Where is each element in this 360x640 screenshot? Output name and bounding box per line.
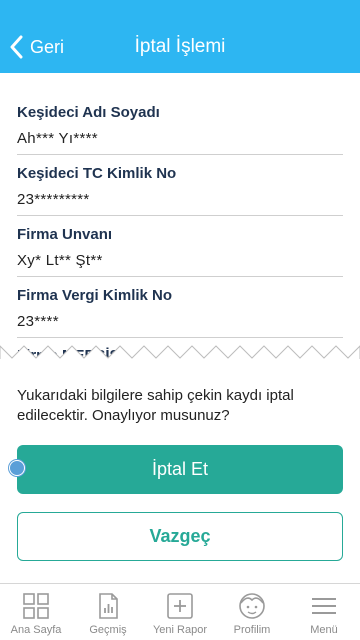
dismiss-label: Vazgeç bbox=[149, 526, 211, 546]
tab-profile[interactable]: Profilim bbox=[216, 584, 288, 640]
field-value: 23********* bbox=[17, 191, 90, 208]
field-label: Firma Vergi Kimlik No bbox=[17, 287, 173, 304]
divider bbox=[17, 215, 343, 216]
tab-label: Geçmiş bbox=[89, 624, 127, 636]
app-header: Geri İptal İşlemi bbox=[0, 0, 360, 73]
tab-label: Ana Sayfa bbox=[10, 624, 62, 636]
field-company-title: Firma Unvanı Xy* Lt** Şt** bbox=[17, 226, 343, 269]
field-label: Keşideci TC Kimlik No bbox=[17, 165, 177, 182]
sheet-zigzag-edge bbox=[0, 345, 360, 368]
focus-indicator-dot bbox=[9, 460, 25, 476]
tab-history[interactable]: Geçmiş bbox=[72, 584, 144, 640]
plus-box-icon bbox=[167, 593, 193, 619]
cancel-check-label: İptal Et bbox=[151, 459, 209, 479]
tab-label: Yeni Rapor bbox=[152, 624, 208, 636]
dismiss-button[interactable]: Vazgeç bbox=[17, 512, 343, 561]
tab-home[interactable]: Ana Sayfa bbox=[0, 584, 72, 640]
divider bbox=[17, 337, 343, 338]
hamburger-menu-icon bbox=[312, 598, 336, 614]
field-label: Firma Unvanı bbox=[17, 226, 113, 243]
tab-label: Profilim bbox=[233, 624, 271, 636]
field-value: Xy* Lt** Şt** bbox=[17, 252, 103, 269]
tab-menu[interactable]: Menü bbox=[288, 584, 360, 640]
field-company-tax-no: Firma Vergi Kimlik No 23**** bbox=[17, 287, 343, 330]
face-icon bbox=[239, 593, 265, 619]
confirm-message: Yukarıdaki bilgilere sahip çekin kaydı i… bbox=[17, 387, 294, 424]
page-title: İptal İşlemi bbox=[134, 36, 226, 57]
divider bbox=[17, 154, 343, 155]
bottom-tab-bar: Ana Sayfa Geçmiş Yeni Rapor Profilim Men… bbox=[0, 583, 360, 640]
tab-label: Menü bbox=[310, 624, 338, 636]
grid-icon bbox=[23, 593, 49, 619]
field-label: Keşideci Adı Soyadı bbox=[17, 104, 160, 121]
field-value: 23**** bbox=[17, 313, 59, 330]
field-drawer-name: Keşideci Adı Soyadı Ah*** Yı**** bbox=[17, 104, 343, 147]
report-history-icon bbox=[99, 593, 118, 619]
tab-new-report[interactable]: Yeni Rapor bbox=[144, 584, 216, 640]
cancel-check-button[interactable]: İptal Et bbox=[17, 445, 343, 494]
field-drawer-tc-no: Keşideci TC Kimlik No 23********* bbox=[17, 165, 343, 208]
field-value: Ah*** Yı**** bbox=[17, 130, 98, 147]
divider bbox=[17, 276, 343, 277]
